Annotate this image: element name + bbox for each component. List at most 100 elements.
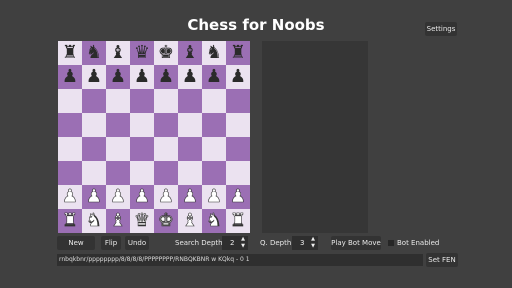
set-fen-button[interactable]: Set FEN [426, 253, 458, 267]
q-depth-spinner[interactable]: 3 ▲ ▼ [292, 236, 318, 250]
white-pawn-icon[interactable]: ♟ [86, 187, 103, 206]
white-pawn-icon[interactable]: ♟ [62, 187, 79, 206]
square-g6[interactable] [202, 89, 226, 113]
black-pawn-icon[interactable]: ♟ [158, 68, 174, 86]
square-a3[interactable] [58, 161, 82, 185]
square-c2[interactable]: ♟ [106, 185, 130, 209]
black-pawn-icon[interactable]: ♟ [110, 68, 126, 86]
white-queen-icon[interactable]: ♛ [134, 211, 151, 230]
spinner-arrows-icon[interactable]: ▲ ▼ [241, 236, 245, 250]
square-e2[interactable]: ♟ [154, 185, 178, 209]
black-bishop-icon[interactable]: ♝ [182, 44, 198, 62]
spinner-arrows-icon[interactable]: ▲ ▼ [311, 236, 315, 250]
square-d7[interactable]: ♟ [130, 65, 154, 89]
white-pawn-icon[interactable]: ♟ [182, 187, 199, 206]
square-b2[interactable]: ♟ [82, 185, 106, 209]
white-pawn-icon[interactable]: ♟ [158, 187, 175, 206]
chess-board[interactable]: ♜ ♞ ♝ ♛ ♚ ♝ ♞ ♜ ♟ ♟ ♟ ♟ ♟ ♟ ♟ ♟ ♟ ♟ ♟ ♟ ♟ ♟ ♟ ♟ ♜ ♞ ♝ ♛ ♚ ♝ ♞ ♜ [58, 41, 250, 233]
fen-input[interactable]: rnbqkbnr/pppppppp/8/8/8/8/PPPPPPPP/RNBQK… [57, 254, 423, 266]
square-d2[interactable]: ♟ [130, 185, 154, 209]
black-rook-icon[interactable]: ♜ [230, 44, 246, 62]
square-c4[interactable] [106, 137, 130, 161]
square-a8[interactable]: ♜ [58, 41, 82, 65]
square-b5[interactable] [82, 113, 106, 137]
square-f4[interactable] [178, 137, 202, 161]
square-c3[interactable] [106, 161, 130, 185]
square-b7[interactable]: ♟ [82, 65, 106, 89]
square-g7[interactable]: ♟ [202, 65, 226, 89]
settings-button[interactable]: Settings [425, 22, 457, 36]
square-e1[interactable]: ♚ [154, 209, 178, 233]
black-knight-icon[interactable]: ♞ [206, 44, 222, 62]
square-a4[interactable] [58, 137, 82, 161]
square-g5[interactable] [202, 113, 226, 137]
white-rook-icon[interactable]: ♜ [62, 211, 79, 230]
square-f3[interactable] [178, 161, 202, 185]
square-d4[interactable] [130, 137, 154, 161]
square-h4[interactable] [226, 137, 250, 161]
square-d3[interactable] [130, 161, 154, 185]
square-h6[interactable] [226, 89, 250, 113]
square-d5[interactable] [130, 113, 154, 137]
white-bishop-icon[interactable]: ♝ [182, 211, 199, 230]
square-b8[interactable]: ♞ [82, 41, 106, 65]
square-h5[interactable] [226, 113, 250, 137]
square-e8[interactable]: ♚ [154, 41, 178, 65]
square-a5[interactable] [58, 113, 82, 137]
new-game-button[interactable]: New Game [57, 236, 95, 261]
black-bishop-icon[interactable]: ♝ [110, 44, 126, 62]
black-knight-icon[interactable]: ♞ [86, 44, 102, 62]
square-a7[interactable]: ♟ [58, 65, 82, 89]
white-pawn-icon[interactable]: ♟ [134, 187, 151, 206]
square-b4[interactable] [82, 137, 106, 161]
square-g3[interactable] [202, 161, 226, 185]
white-bishop-icon[interactable]: ♝ [110, 211, 127, 230]
undo-button[interactable]: Undo [125, 236, 149, 250]
black-pawn-icon[interactable]: ♟ [62, 68, 78, 86]
square-h2[interactable]: ♟ [226, 185, 250, 209]
square-h8[interactable]: ♜ [226, 41, 250, 65]
white-knight-icon[interactable]: ♞ [86, 211, 103, 230]
square-f6[interactable] [178, 89, 202, 113]
flip-button[interactable]: Flip [101, 236, 121, 250]
play-bot-move-button[interactable]: Play Bot Move [331, 236, 381, 250]
square-c7[interactable]: ♟ [106, 65, 130, 89]
white-pawn-icon[interactable]: ♟ [110, 187, 127, 206]
square-g1[interactable]: ♞ [202, 209, 226, 233]
square-f7[interactable]: ♟ [178, 65, 202, 89]
square-g8[interactable]: ♞ [202, 41, 226, 65]
square-c1[interactable]: ♝ [106, 209, 130, 233]
square-e7[interactable]: ♟ [154, 65, 178, 89]
square-h1[interactable]: ♜ [226, 209, 250, 233]
white-rook-icon[interactable]: ♜ [230, 211, 247, 230]
square-e5[interactable] [154, 113, 178, 137]
white-pawn-icon[interactable]: ♟ [230, 187, 247, 206]
black-king-icon[interactable]: ♚ [158, 44, 174, 62]
square-c6[interactable] [106, 89, 130, 113]
square-g4[interactable] [202, 137, 226, 161]
white-king-icon[interactable]: ♚ [158, 211, 175, 230]
square-b3[interactable] [82, 161, 106, 185]
square-f2[interactable]: ♟ [178, 185, 202, 209]
square-h7[interactable]: ♟ [226, 65, 250, 89]
square-e6[interactable] [154, 89, 178, 113]
black-pawn-icon[interactable]: ♟ [182, 68, 198, 86]
square-g2[interactable]: ♟ [202, 185, 226, 209]
square-e4[interactable] [154, 137, 178, 161]
square-h3[interactable] [226, 161, 250, 185]
black-rook-icon[interactable]: ♜ [62, 44, 78, 62]
black-pawn-icon[interactable]: ♟ [230, 68, 246, 86]
square-c5[interactable] [106, 113, 130, 137]
bot-enabled-checkbox[interactable] [388, 240, 394, 246]
square-d8[interactable]: ♛ [130, 41, 154, 65]
square-a1[interactable]: ♜ [58, 209, 82, 233]
square-f8[interactable]: ♝ [178, 41, 202, 65]
square-f1[interactable]: ♝ [178, 209, 202, 233]
white-knight-icon[interactable]: ♞ [206, 211, 223, 230]
black-queen-icon[interactable]: ♛ [134, 44, 150, 62]
square-c8[interactable]: ♝ [106, 41, 130, 65]
square-f5[interactable] [178, 113, 202, 137]
square-b6[interactable] [82, 89, 106, 113]
black-pawn-icon[interactable]: ♟ [86, 68, 102, 86]
square-d1[interactable]: ♛ [130, 209, 154, 233]
